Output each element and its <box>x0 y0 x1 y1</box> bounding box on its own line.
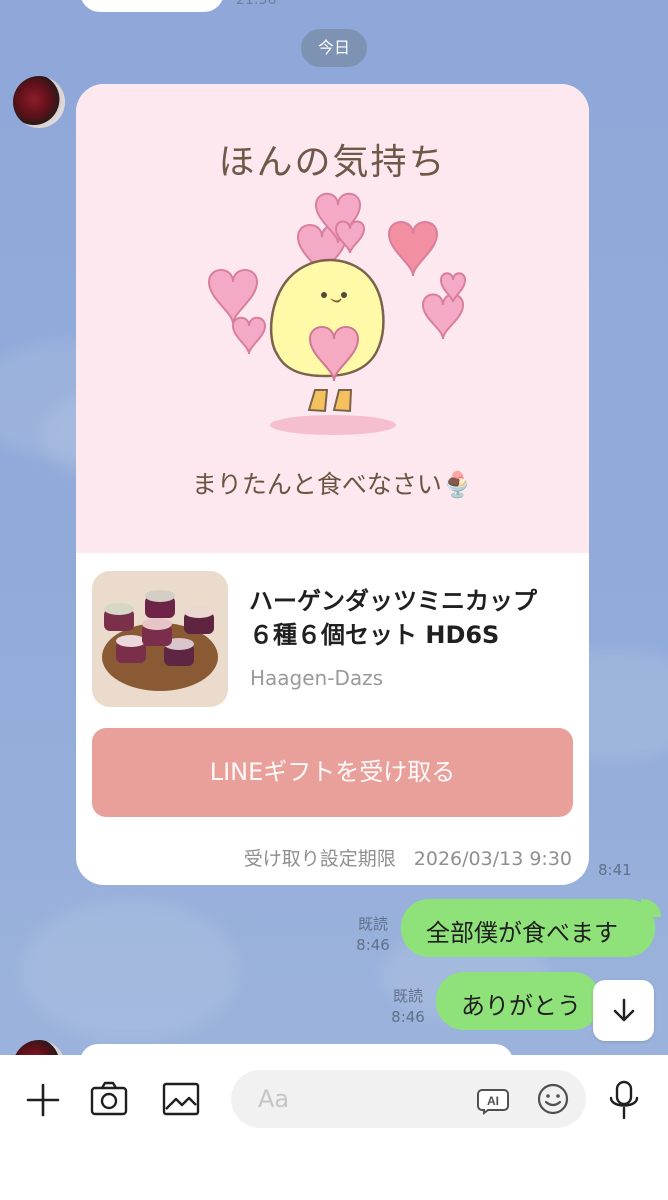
message-time: 8:46 <box>391 1008 425 1026</box>
gift-title: ほんの気持ち <box>218 142 447 183</box>
product-brand: Haagen-Dazs <box>250 666 384 690</box>
gift-card-header: ほんの気持ち まりたんと食べなさい🍨 <box>76 84 589 553</box>
image-icon <box>162 1082 200 1116</box>
previous-message-time: 21:36 <box>236 0 277 8</box>
contact-avatar[interactable] <box>13 76 65 128</box>
plus-button[interactable] <box>24 1081 62 1119</box>
product-title: ハーゲンダッツミニカップ ６種６個セット HD6S <box>249 587 537 649</box>
gift-card-time: 8:41 <box>598 861 632 879</box>
partial-message-bubble[interactable] <box>80 1044 513 1055</box>
read-label: 既読 <box>357 915 388 933</box>
message-bubble[interactable]: 全部僕が食べます <box>401 899 655 957</box>
plus-icon <box>26 1083 60 1117</box>
message-2-read-status: 既読 8:46 <box>389 986 427 1028</box>
message-1-read-status: 既読 8:46 <box>354 914 392 956</box>
read-label: 既読 <box>392 987 423 1005</box>
product-image[interactable] <box>92 571 228 707</box>
deadline-label: 受け取り設定期限 <box>243 848 396 870</box>
arrow-down-icon <box>613 998 634 1021</box>
gift-message: まりたんと食べなさい🍨 <box>191 470 474 499</box>
message-bubble[interactable]: ありがとう <box>436 972 601 1030</box>
message-input[interactable]: Aa AI <box>231 1070 586 1128</box>
image-button[interactable] <box>162 1081 200 1117</box>
message-placeholder: Aa <box>258 1085 290 1113</box>
message-time: 8:46 <box>356 936 390 954</box>
message-input-bar: Aa AI <box>0 1055 668 1200</box>
emoji-button[interactable] <box>536 1082 570 1116</box>
deadline-value: 2026/03/13 9:30 <box>413 848 572 870</box>
chick-illustration-icon <box>269 258 385 413</box>
ai-icon: AI <box>477 1089 509 1115</box>
deadline-row: 受け取り設定期限 2026/03/13 9:30 <box>76 844 572 871</box>
mic-button[interactable] <box>606 1080 642 1120</box>
message-text: ありがとう <box>461 992 581 1020</box>
camera-button[interactable] <box>89 1080 129 1118</box>
emoji-icon <box>537 1083 569 1115</box>
chat-background: 21:36 今日 ほんの気持ち まりたんと食べなさい🍨 ハーゲンダッツミニカップ… <box>0 0 668 1055</box>
message-tail-icon <box>641 899 661 917</box>
camera-icon <box>90 1081 128 1116</box>
svg-text:AI: AI <box>487 1094 499 1108</box>
contact-avatar[interactable] <box>13 1040 65 1055</box>
scroll-down-button[interactable] <box>593 980 654 1041</box>
message-text: 全部僕が食べます <box>426 919 618 947</box>
ai-button[interactable]: AI <box>476 1082 510 1116</box>
gift-card[interactable]: ほんの気持ち まりたんと食べなさい🍨 ハーゲンダッツミニカップ ６種６個セット … <box>76 84 589 885</box>
receive-gift-button[interactable]: LINEギフトを受け取る <box>92 728 573 817</box>
mic-icon <box>609 1080 639 1120</box>
ice-cream-cups-icon <box>92 571 228 707</box>
previous-message-bubble[interactable] <box>80 0 224 12</box>
date-separator: 今日 <box>301 29 367 67</box>
